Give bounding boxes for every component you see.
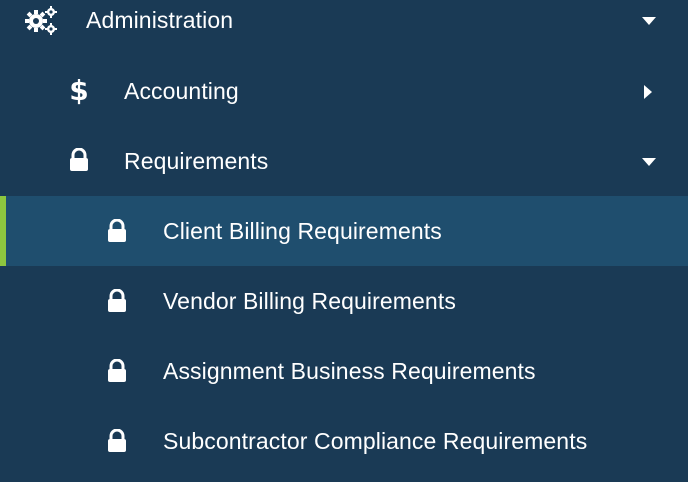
- menu-item-accounting[interactable]: $ Accounting: [0, 56, 688, 126]
- lock-icon: [69, 148, 89, 172]
- gears-icon: [24, 5, 58, 35]
- lock-icon: [107, 359, 127, 383]
- chevron-down-icon: [642, 17, 656, 25]
- menu-item-label: Requirements: [124, 148, 269, 174]
- menu-item-administration[interactable]: Administration: [0, 0, 688, 55]
- menu-item-requirements[interactable]: Requirements: [0, 126, 688, 196]
- menu-item-label: Subcontractor Compliance Requirements: [163, 428, 588, 454]
- menu-item-label: Accounting: [124, 78, 239, 104]
- menu-item-client-billing-requirements[interactable]: Client Billing Requirements: [0, 196, 688, 266]
- lock-icon: [107, 219, 127, 243]
- active-indicator: [0, 196, 6, 266]
- dollar-icon: $: [69, 74, 89, 107]
- menu-item-label: Vendor Billing Requirements: [163, 288, 456, 314]
- menu-item-vendor-billing-requirements[interactable]: Vendor Billing Requirements: [0, 266, 688, 336]
- menu-item-label: Administration: [86, 7, 234, 33]
- menu-item-subcontractor-compliance-requirements[interactable]: Subcontractor Compliance Requirements: [0, 406, 688, 476]
- chevron-down-icon: [642, 158, 656, 166]
- menu-item-label: Client Billing Requirements: [163, 218, 442, 244]
- lock-icon: [107, 429, 127, 453]
- sidebar-menu: Administration $ Accounting Requirements…: [0, 0, 688, 482]
- menu-item-assignment-business-requirements[interactable]: Assignment Business Requirements: [0, 336, 688, 406]
- lock-icon: [107, 289, 127, 313]
- chevron-right-icon: [644, 85, 652, 99]
- menu-item-label: Assignment Business Requirements: [163, 358, 536, 384]
